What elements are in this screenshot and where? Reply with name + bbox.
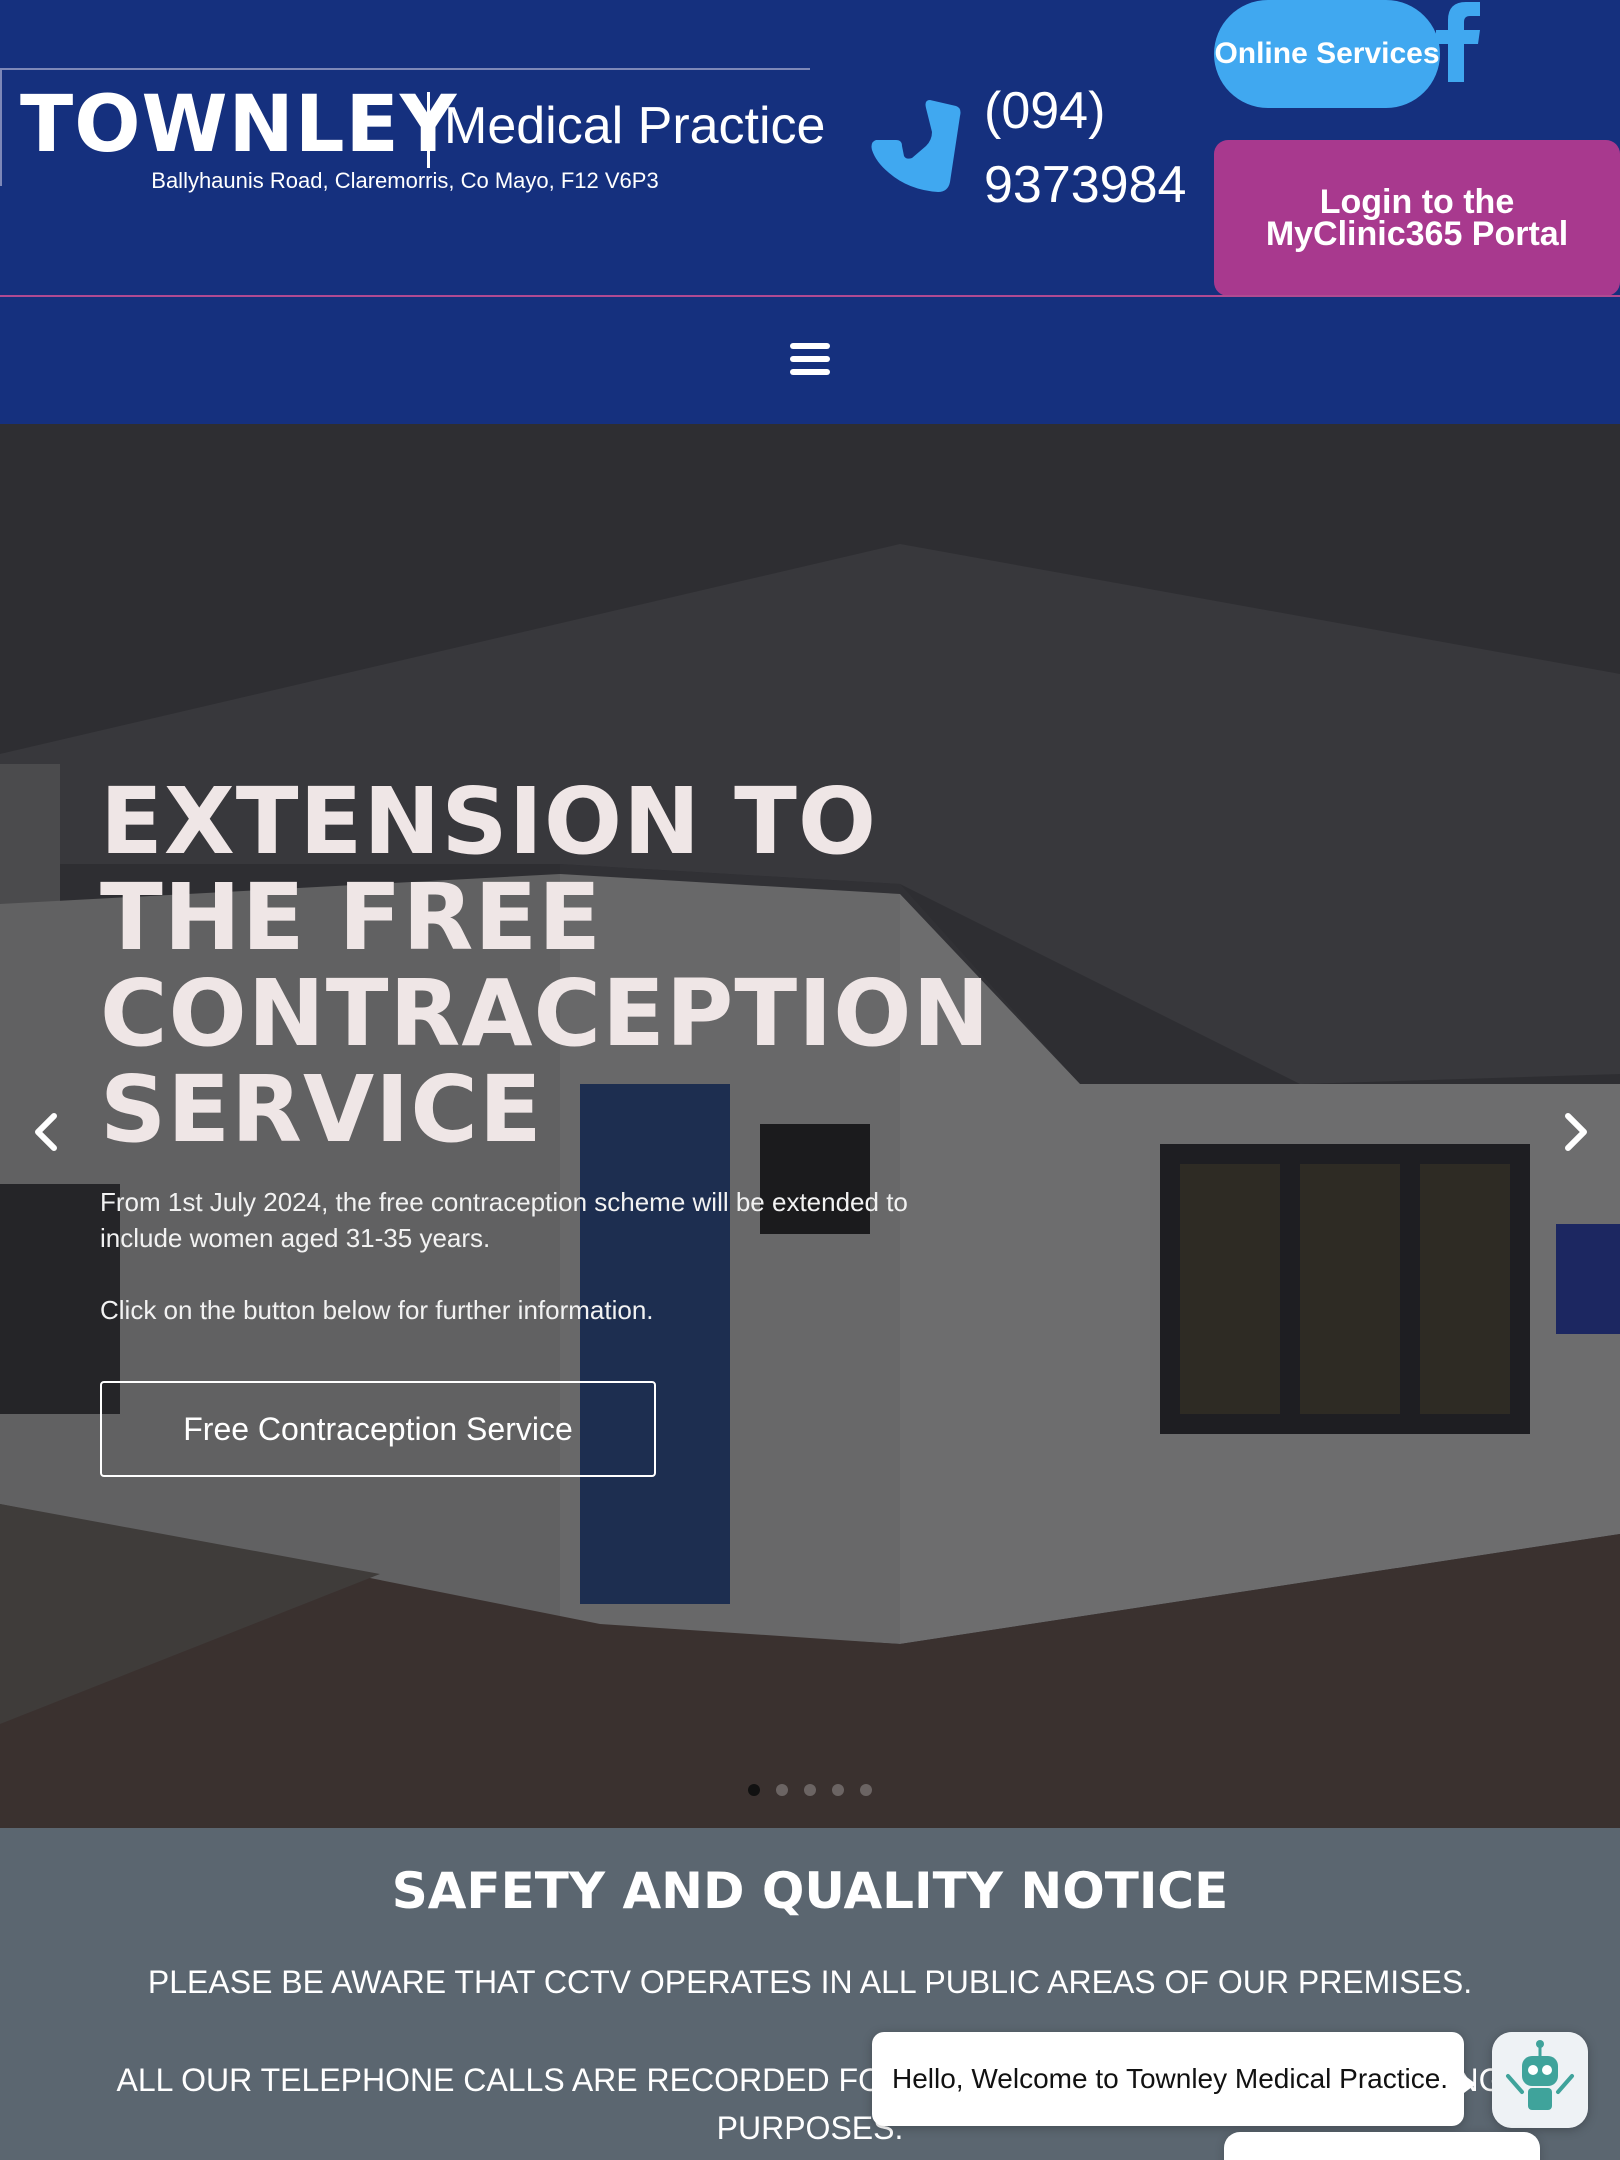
chat-greeting-bubble[interactable]: Hello, Welcome to Townley Medical Practi… (872, 2032, 1464, 2126)
free-contraception-button[interactable]: Free Contraception Service (100, 1381, 656, 1477)
practice-address: Ballyhaunis Road, Claremorris, Co Mayo, … (151, 168, 659, 193)
chevron-left-icon[interactable] (24, 1102, 68, 1162)
menu-icon[interactable] (786, 335, 834, 383)
slider-pagination (0, 1784, 1620, 1796)
page: TOWNLEY Medical Practice Ballyhaunis Roa… (0, 0, 1620, 2160)
main-nav (0, 297, 1620, 424)
online-services-button[interactable]: Online Services (1214, 0, 1440, 108)
notice-cctv-text: PLEASE BE AWARE THAT CCTV OPERATES IN AL… (147, 1964, 1473, 2000)
slider-dot[interactable] (860, 1784, 872, 1796)
hero-title: EXTENSION TO THE FREE CONTRACEPTION SERV… (100, 768, 991, 1163)
hero-paragraph: From 1st July 2024, the free contracepti… (100, 1187, 908, 1253)
phone-number[interactable]: (094) 9373984 (984, 74, 1204, 222)
slider-dot[interactable] (748, 1784, 760, 1796)
site-header: TOWNLEY Medical Practice Ballyhaunis Roa… (0, 0, 1620, 297)
header-divider-top (0, 68, 810, 70)
slider-dot[interactable] (832, 1784, 844, 1796)
myclinic365-portal-button[interactable]: Login to the MyClinic365 Portal (1214, 140, 1620, 296)
slider-dot[interactable] (804, 1784, 816, 1796)
phone-local-number[interactable]: 9373984 (984, 148, 1204, 222)
chat-bubble-tail (1460, 2072, 1476, 2096)
facebook-icon[interactable] (1428, 0, 1486, 82)
phone-icon[interactable] (868, 96, 968, 196)
header-divider-left (0, 68, 2, 186)
hero-slider: EXTENSION TO THE FREE CONTRACEPTION SERV… (0, 424, 1620, 1828)
logo-divider (427, 92, 430, 168)
hero-description: From 1st July 2024, the free contracepti… (100, 1184, 980, 1328)
logo-subtitle[interactable]: Medical Practice (444, 100, 825, 152)
chat-input-panel[interactable] (1224, 2132, 1540, 2160)
notice-title: SAFETY AND QUALITY NOTICE (391, 1862, 1229, 1920)
slider-dot[interactable] (776, 1784, 788, 1796)
logo-name[interactable]: TOWNLEY (20, 86, 457, 164)
chatbot-robot-icon[interactable] (1492, 2032, 1588, 2128)
chevron-right-icon[interactable] (1554, 1102, 1598, 1162)
phone-area-code[interactable]: (094) (984, 74, 1204, 148)
hero-paragraph: Click on the button below for further in… (100, 1295, 654, 1325)
